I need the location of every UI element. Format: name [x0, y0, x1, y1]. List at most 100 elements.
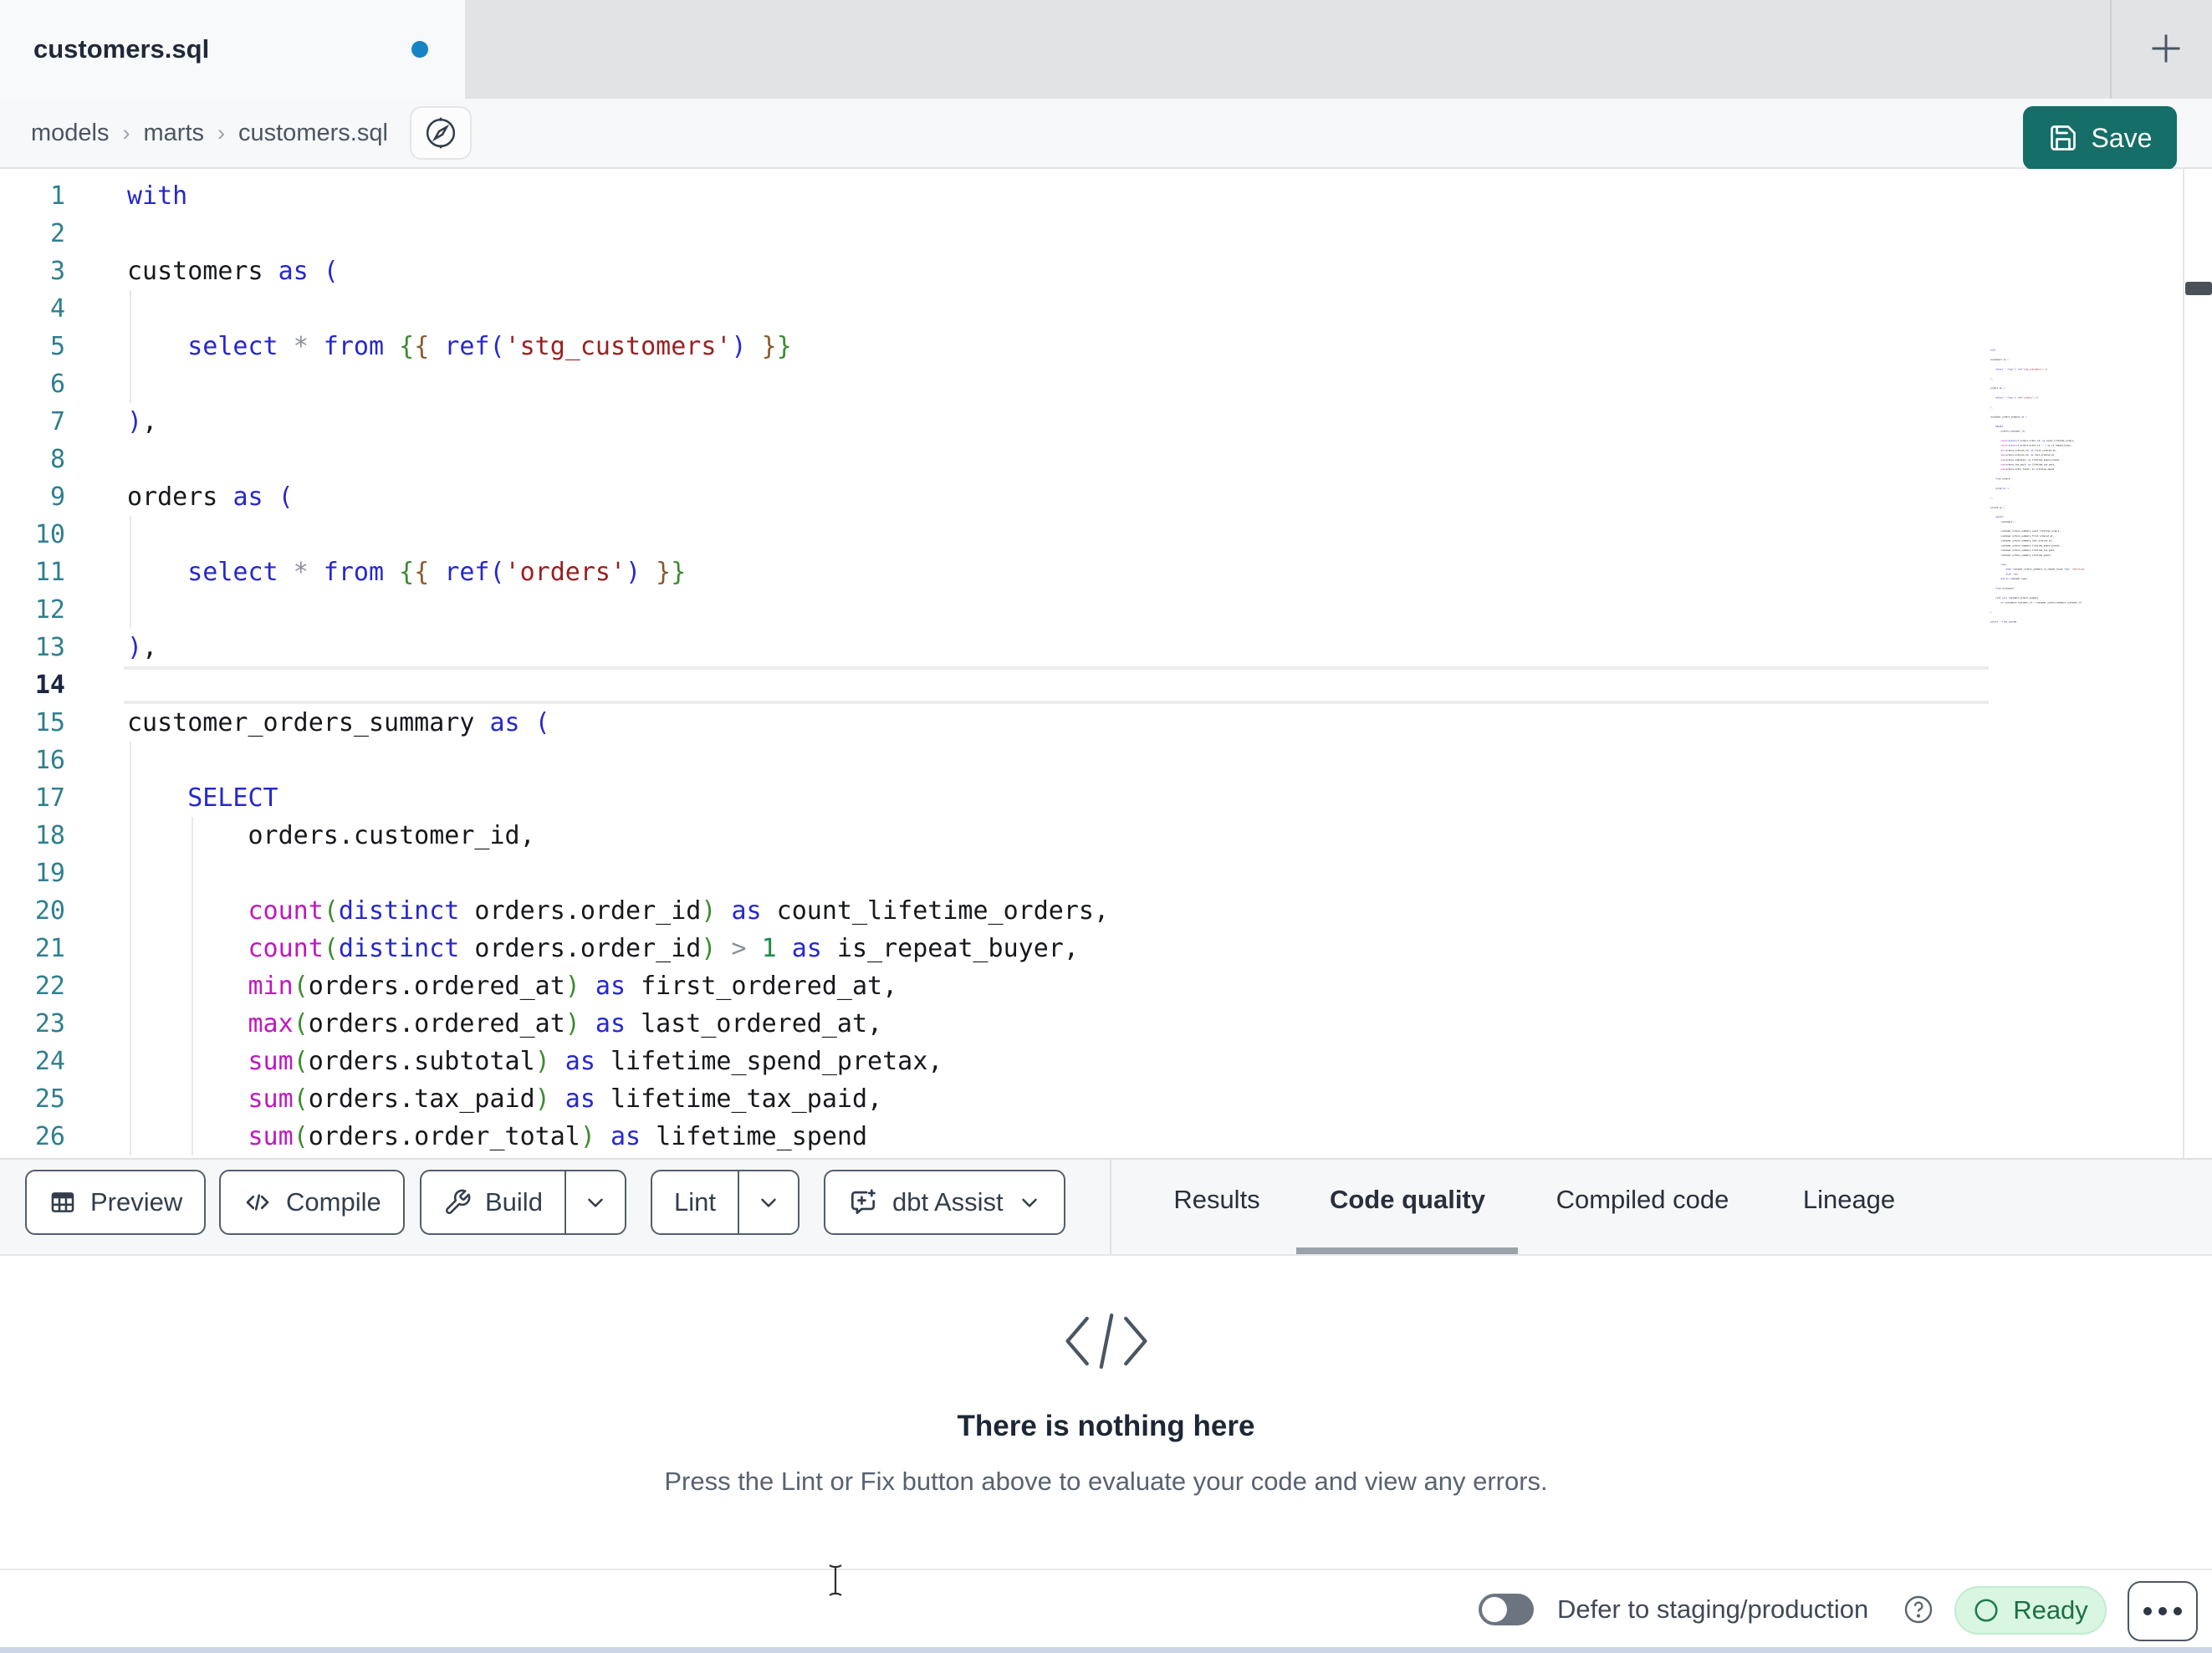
- line-number[interactable]: 12: [0, 591, 124, 629]
- line-number[interactable]: 25: [0, 1080, 124, 1118]
- lint-main[interactable]: Lint: [652, 1171, 738, 1233]
- line-number[interactable]: 11: [0, 554, 124, 591]
- line-number[interactable]: 24: [0, 1043, 124, 1080]
- code-text[interactable]: orders.customer_id,: [124, 817, 1989, 855]
- build-dropdown[interactable]: [564, 1171, 625, 1233]
- lint-dropdown[interactable]: [737, 1171, 798, 1233]
- defer-toggle[interactable]: [1479, 1594, 1534, 1625]
- line-number[interactable]: 26: [0, 1118, 124, 1156]
- code-line[interactable]: 25 sum(orders.tax_paid) as lifetime_tax_…: [0, 1080, 1989, 1118]
- code-text[interactable]: sum(orders.order_total) as lifetime_spen…: [124, 1118, 1989, 1156]
- line-number[interactable]: 20: [0, 892, 124, 930]
- line-number[interactable]: 14: [0, 666, 124, 704]
- breadcrumb-item-file[interactable]: customers.sql: [238, 120, 388, 147]
- code-line[interactable]: 12: [0, 591, 1989, 629]
- code-text[interactable]: ),: [124, 629, 1989, 666]
- code-text[interactable]: [124, 742, 1989, 779]
- line-number[interactable]: 4: [0, 290, 124, 328]
- code-line[interactable]: 23 max(orders.ordered_at) as last_ordere…: [0, 1005, 1989, 1043]
- line-number[interactable]: 23: [0, 1005, 124, 1043]
- line-number[interactable]: 15: [0, 704, 124, 742]
- line-number[interactable]: 13: [0, 629, 124, 666]
- navigate-compass-button[interactable]: [409, 106, 472, 160]
- code-text[interactable]: sum(orders.tax_paid) as lifetime_tax_pai…: [124, 1080, 1989, 1118]
- code-line[interactable]: 6: [0, 365, 1989, 403]
- code-text[interactable]: ),: [124, 403, 1989, 441]
- line-number[interactable]: 7: [0, 403, 124, 441]
- sql-code-editor[interactable]: 1 with 2 3 customers as (4 5 select * from {{…: [0, 169, 2212, 1158]
- line-number[interactable]: 16: [0, 742, 124, 779]
- code-line[interactable]: 26 sum(orders.order_total) as lifetime_s…: [0, 1118, 1989, 1156]
- code-line[interactable]: 19: [0, 855, 1989, 892]
- code-text[interactable]: orders as (: [124, 478, 1989, 516]
- code-text[interactable]: [124, 855, 1989, 892]
- code-text[interactable]: customer_orders_summary as (: [124, 704, 1989, 742]
- line-number[interactable]: 8: [0, 441, 124, 478]
- breadcrumb-item-models[interactable]: models: [31, 120, 110, 147]
- code-text[interactable]: [124, 666, 1989, 704]
- tab-code-quality[interactable]: Code quality: [1305, 1179, 1510, 1221]
- code-text[interactable]: max(orders.ordered_at) as last_ordered_a…: [124, 1005, 1989, 1043]
- code-text[interactable]: customers as (: [124, 253, 1989, 290]
- code-text[interactable]: with: [124, 177, 1989, 215]
- code-line[interactable]: 14: [0, 666, 1989, 704]
- line-number[interactable]: 10: [0, 516, 124, 554]
- new-tab-button[interactable]: [2134, 17, 2198, 80]
- code-text[interactable]: [124, 516, 1989, 554]
- lint-button[interactable]: Lint: [651, 1170, 799, 1235]
- tab-results[interactable]: Results: [1170, 1179, 1264, 1221]
- code-line[interactable]: 2: [0, 215, 1989, 253]
- code-text[interactable]: count(distinct orders.order_id) > 1 as i…: [124, 930, 1989, 967]
- build-button[interactable]: Build: [420, 1170, 626, 1235]
- more-options-button[interactable]: [2128, 1581, 2198, 1641]
- code-line[interactable]: 7),: [0, 403, 1989, 441]
- code-line[interactable]: 4: [0, 290, 1989, 328]
- line-number[interactable]: 6: [0, 365, 124, 403]
- line-number[interactable]: 2: [0, 215, 124, 253]
- code-text[interactable]: select * from {{ ref('orders') }}: [124, 554, 1989, 591]
- tab-customers-sql[interactable]: customers.sql: [0, 0, 465, 99]
- breadcrumb-item-marts[interactable]: marts: [144, 120, 205, 147]
- code-text[interactable]: select * from {{ ref('stg_customers') }}: [124, 328, 1989, 365]
- code-text[interactable]: [124, 215, 1989, 253]
- code-text[interactable]: sum(orders.subtotal) as lifetime_spend_p…: [124, 1043, 1989, 1080]
- build-main[interactable]: Build: [421, 1171, 564, 1233]
- code-line[interactable]: 15 customer_orders_summary as (: [0, 704, 1989, 742]
- line-number[interactable]: 3: [0, 253, 124, 290]
- code-line[interactable]: 18 orders.customer_id,: [0, 817, 1989, 855]
- code-line[interactable]: 21 count(distinct orders.order_id) > 1 a…: [0, 930, 1989, 967]
- code-line[interactable]: 16: [0, 742, 1989, 779]
- code-text[interactable]: [124, 290, 1989, 328]
- line-number[interactable]: 9: [0, 478, 124, 516]
- tab-compiled-code[interactable]: Compiled code: [1554, 1179, 1731, 1221]
- code-text[interactable]: min(orders.ordered_at) as first_ordered_…: [124, 967, 1989, 1005]
- code-line[interactable]: 20 count(distinct orders.order_id) as co…: [0, 892, 1989, 930]
- compile-button[interactable]: Compile: [219, 1170, 405, 1235]
- minimap[interactable]: with customers as ( select * from {{ ref(…: [1990, 348, 2134, 816]
- code-line[interactable]: 13),: [0, 629, 1989, 666]
- code-line[interactable]: 3 customers as (: [0, 253, 1989, 290]
- code-text[interactable]: [124, 441, 1989, 478]
- code-line[interactable]: 22 min(orders.ordered_at) as first_order…: [0, 967, 1989, 1005]
- code-text[interactable]: [124, 591, 1989, 629]
- save-button[interactable]: Save: [2023, 106, 2177, 170]
- code-line[interactable]: 17 SELECT: [0, 779, 1989, 817]
- code-line[interactable]: 1 with: [0, 177, 1989, 215]
- line-number[interactable]: 19: [0, 855, 124, 892]
- preview-button[interactable]: Preview: [25, 1170, 207, 1235]
- code-text[interactable]: [124, 365, 1989, 403]
- code-line[interactable]: 9 orders as (: [0, 478, 1989, 516]
- tab-lineage[interactable]: Lineage: [1801, 1179, 1897, 1221]
- code-line[interactable]: 11 select * from {{ ref('orders') }}: [0, 554, 1989, 591]
- line-number[interactable]: 18: [0, 817, 124, 855]
- code-line[interactable]: 8: [0, 441, 1989, 478]
- scrollbar-thumb[interactable]: [2185, 282, 2212, 295]
- help-circle-icon[interactable]: [1903, 1594, 1934, 1625]
- code-text[interactable]: count(distinct orders.order_id) as count…: [124, 892, 1989, 930]
- code-line[interactable]: 5 select * from {{ ref('stg_customers') …: [0, 328, 1989, 365]
- code-line[interactable]: 24 sum(orders.subtotal) as lifetime_spen…: [0, 1043, 1989, 1080]
- line-number[interactable]: 17: [0, 779, 124, 817]
- line-number[interactable]: 22: [0, 967, 124, 1005]
- code-text[interactable]: SELECT: [124, 779, 1989, 817]
- line-number[interactable]: 21: [0, 930, 124, 967]
